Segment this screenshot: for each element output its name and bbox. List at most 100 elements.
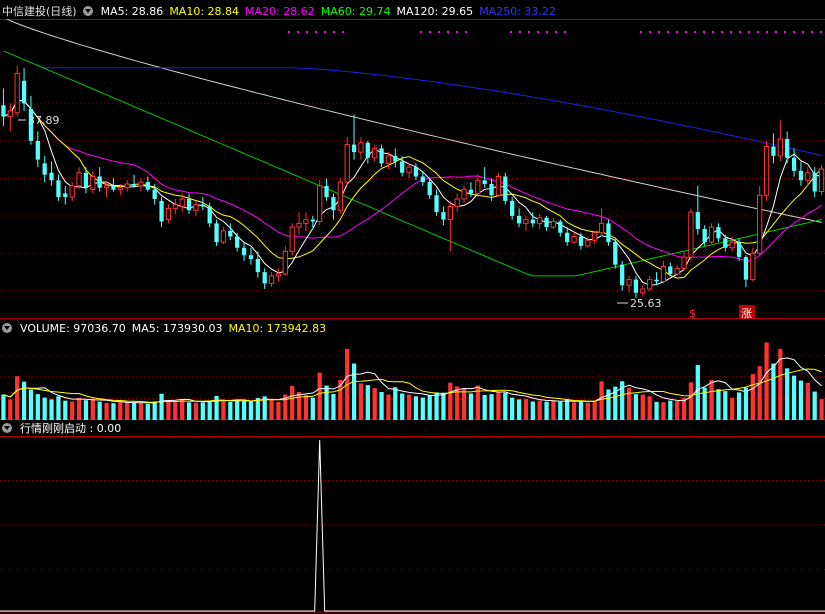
candle-body-down <box>159 200 164 222</box>
candle-body-up <box>385 155 392 164</box>
candle-body-down <box>42 163 47 175</box>
candle-body-up <box>220 230 227 243</box>
volume-bar <box>400 393 405 420</box>
ma5-indicator: MA5: 28.86 <box>100 4 164 18</box>
ma10-indicator: MA10: 28.84 <box>169 4 240 18</box>
candle-body-down <box>111 185 116 190</box>
signal-dot <box>694 31 696 33</box>
signal-dot <box>315 31 317 33</box>
volume-bar <box>544 401 549 420</box>
signal-grid <box>0 436 825 613</box>
signal-dot <box>438 31 440 33</box>
volume-bar <box>771 363 776 420</box>
volume-bar <box>723 391 728 420</box>
signal-dot <box>757 31 759 33</box>
volume-bar <box>503 392 508 420</box>
volume-bar <box>104 402 109 420</box>
candle-body-up <box>640 288 646 294</box>
volume-bar <box>805 382 810 420</box>
volume-bar <box>111 403 116 420</box>
volume-bar <box>791 375 797 420</box>
candle-body-down <box>736 242 742 258</box>
volume-bar <box>207 401 212 420</box>
volume-bar <box>819 399 824 420</box>
candle-body-down <box>578 236 584 246</box>
volume-bar <box>537 400 542 420</box>
price-candlestick-chart[interactable]: 37.89 25.63 $ 涨 <box>0 19 825 319</box>
volume-bar <box>640 394 645 420</box>
volume-bar <box>255 398 260 420</box>
candle-body-down <box>785 139 790 158</box>
volume-bar <box>558 401 563 420</box>
signal-dot <box>712 31 714 33</box>
candle-body-up <box>76 172 82 187</box>
signal-dot <box>784 31 786 33</box>
signal-dot <box>793 31 795 33</box>
ma60-indicator: MA60: 29.74 <box>320 4 391 18</box>
volume-bar <box>28 389 34 420</box>
volume-bar <box>180 399 185 420</box>
volume-bar <box>736 392 742 420</box>
volume-bar <box>90 398 95 420</box>
signal-dot <box>447 31 449 33</box>
candle-body-down <box>544 217 549 228</box>
signal-chart[interactable] <box>0 436 825 614</box>
volume-bar <box>269 400 274 420</box>
candle-body-up <box>550 221 557 228</box>
candle-body-up <box>165 207 172 221</box>
candle-body-down <box>63 193 68 198</box>
candle-body-down <box>420 176 425 183</box>
volume-bar <box>565 399 570 420</box>
candle-body-down <box>35 140 40 160</box>
ma250-line <box>44 67 822 156</box>
candle-body-up <box>674 267 680 275</box>
candle-body-down <box>200 204 205 207</box>
candle-body-down <box>613 242 618 265</box>
candle-body-up <box>7 110 13 117</box>
signal-marker-s: $ <box>689 307 696 319</box>
collapse-toggle-icon[interactable] <box>82 6 93 16</box>
volume-bar <box>709 379 714 420</box>
candle-body-up <box>523 219 529 224</box>
stock-title[interactable]: 中信建投(日线) <box>2 3 77 19</box>
candle-body-down <box>743 257 749 280</box>
volume-bar <box>21 381 27 420</box>
signal-dot <box>748 31 750 33</box>
candle-body-down <box>413 167 419 177</box>
ma20-indicator: MA20: 28.62 <box>245 4 315 18</box>
volume-bars <box>1 342 824 420</box>
volume-bar <box>578 401 584 420</box>
volume-bar <box>654 401 659 420</box>
signal-collapse-toggle-icon[interactable] <box>2 423 12 433</box>
candle-body-up <box>777 138 783 157</box>
signal-dot <box>324 31 326 33</box>
volume-bar <box>448 382 453 420</box>
volume-chart[interactable] <box>0 336 825 420</box>
volume-bar <box>173 402 178 420</box>
candle-body-down <box>489 184 494 196</box>
candle-body-down <box>434 195 439 213</box>
volume-bar <box>496 391 501 420</box>
volume-bar <box>8 399 13 420</box>
volume-bar <box>798 380 804 420</box>
candle-body-up <box>688 211 694 258</box>
volume-bar <box>317 372 322 420</box>
candle-body-down <box>633 279 639 293</box>
price-panel-header: 中信建投(日线) MA5: 28.86 MA10: 28.84 MA20: 28… <box>0 3 556 19</box>
candle-body-up <box>372 147 378 159</box>
volume-bar <box>393 387 398 420</box>
volume-bar <box>675 401 680 420</box>
candle-body-up <box>138 181 144 187</box>
volume-bar <box>1 394 6 420</box>
candle-body-up <box>124 183 130 189</box>
candle-body-down <box>723 238 728 248</box>
volume-collapse-toggle-icon[interactable] <box>2 323 12 333</box>
signal-dot <box>555 31 557 33</box>
candle-body-down <box>235 236 240 248</box>
candle-body-up <box>317 185 323 222</box>
volume-bar <box>118 401 123 420</box>
candle-body-up <box>90 176 96 191</box>
volume-bar <box>668 400 673 420</box>
signal-dot <box>766 31 768 33</box>
volume-bar <box>324 385 329 420</box>
